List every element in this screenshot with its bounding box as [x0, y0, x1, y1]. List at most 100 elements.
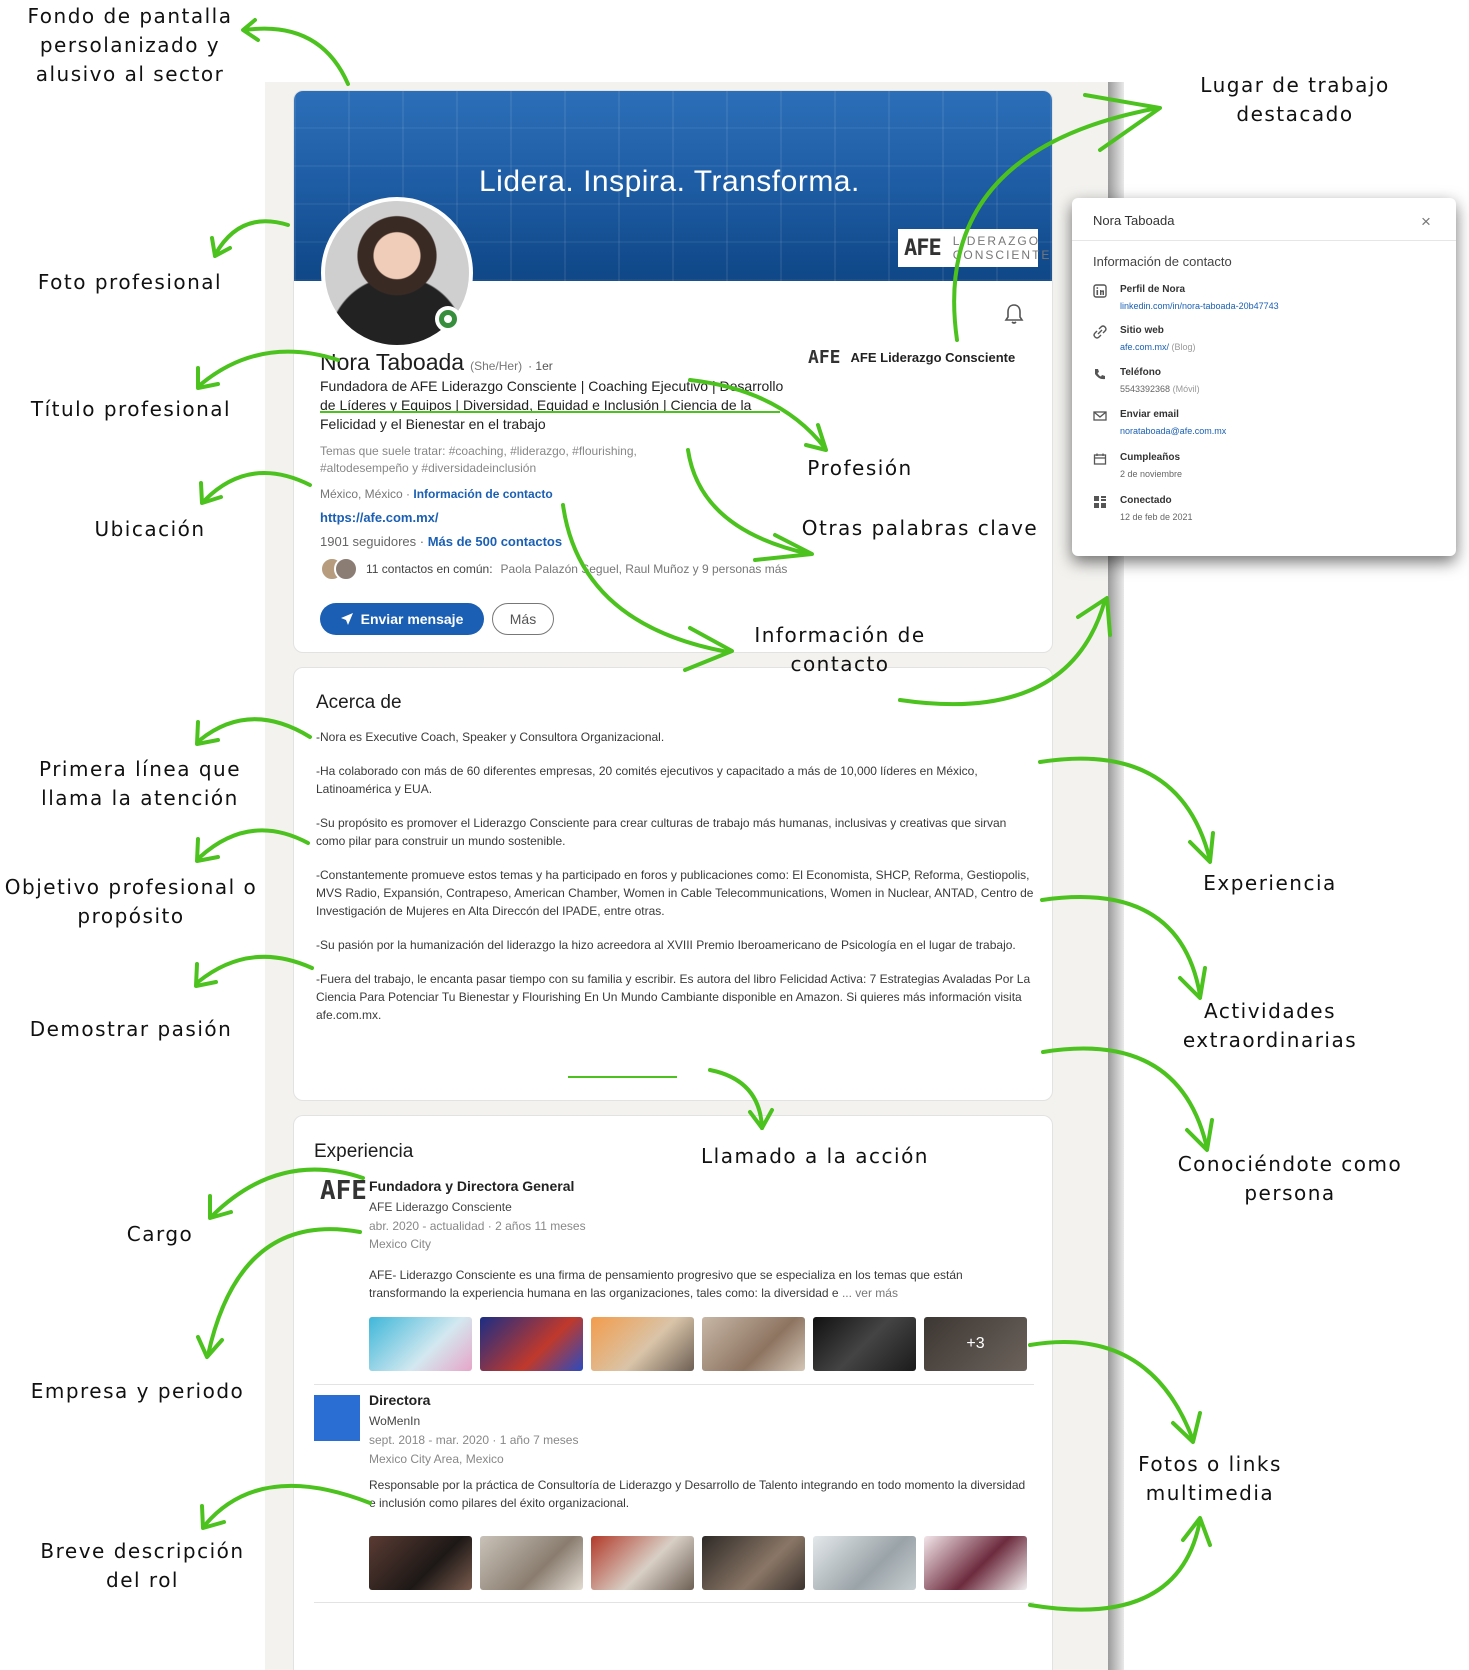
mutual-avatars — [320, 557, 358, 581]
bell-icon[interactable] — [1004, 303, 1024, 325]
contact-info-link[interactable]: Información de contacto — [413, 487, 552, 501]
send-message-button[interactable]: Enviar mensaje — [320, 603, 484, 635]
experience-dates: abr. 2020 - actualidad · 2 años 11 meses — [369, 1219, 586, 1233]
note-profesion: Profesión — [807, 456, 913, 480]
media-thumbnail[interactable] — [702, 1536, 805, 1590]
more-button[interactable]: Más — [492, 603, 554, 635]
experience-location: Mexico City Area, Mexico — [369, 1452, 504, 1466]
contact-label: Conectado — [1120, 495, 1172, 506]
profile-name: Nora Taboada — [320, 349, 465, 375]
connections-link[interactable]: Más de 500 contactos — [428, 534, 562, 549]
media-thumbnail[interactable] — [480, 1536, 583, 1590]
name-line: Nora Taboada (She/Her) · 1er — [320, 349, 553, 376]
about-paragraph-text: -Fuera del trabajo, le encanta pasar tie… — [316, 972, 1031, 1004]
see-more-link[interactable]: ... ver más — [842, 1286, 898, 1300]
about-paragraph: -Su propósito es promover el Liderazgo C… — [316, 816, 1007, 848]
contact-label: Cumpleaños — [1120, 452, 1181, 463]
note-empresa: Empresa y periodo — [30, 1379, 245, 1403]
experience-description: Responsable por la práctica de Consultor… — [369, 1478, 1026, 1510]
media-thumbnail[interactable] — [591, 1536, 694, 1590]
afe-company-logo[interactable]: AFE — [320, 1176, 367, 1222]
media-overflow-thumbnail[interactable]: +3 — [924, 1317, 1027, 1371]
dialog-divider — [1072, 240, 1456, 241]
website-link[interactable]: https://afe.com.mx/ — [320, 510, 438, 525]
phone-icon — [1095, 369, 1105, 380]
media-thumbnail[interactable] — [591, 1317, 694, 1371]
media-thumbnail[interactable] — [702, 1317, 805, 1371]
media-thumbnail[interactable] — [369, 1317, 472, 1371]
followers-count: 1901 seguidores · — [320, 534, 425, 549]
media-thumbnail[interactable] — [813, 1536, 916, 1590]
send-icon — [340, 613, 353, 625]
dialog-heading: Información de contacto — [1093, 254, 1232, 269]
note-foto: Foto profesional — [37, 270, 223, 294]
company-name: AFE Liderazgo Consciente — [850, 350, 1016, 365]
about-paragraph: -Constantemente promueve estos temas y h… — [316, 868, 1034, 918]
note-ubicacion: Ubicación — [94, 517, 206, 541]
experience-location: Mexico City — [369, 1237, 432, 1251]
about-paragraph: -Nora es Executive Coach, Speaker y Cons… — [316, 730, 665, 744]
experience-role: Directora — [369, 1392, 431, 1408]
location-line: México, México · Información de contacto — [320, 487, 553, 501]
send-message-label: Enviar mensaje — [360, 611, 464, 627]
note-primera-linea: Primera línea que llama la atención — [39, 757, 241, 810]
contact-value-link[interactable]: norataboada@afe.com.mx — [1120, 426, 1226, 436]
company-logo: AFE — [808, 347, 841, 368]
media-thumbnail[interactable] — [924, 1536, 1027, 1590]
calendar-icon — [1093, 453, 1107, 465]
contact-value: 5543392368 (Móvil) — [1120, 384, 1200, 394]
contact-value: afe.com.mx/ (Blog) — [1120, 342, 1196, 352]
followers-line: 1901 seguidores · Más de 500 contactos — [320, 534, 562, 549]
experience-role: Fundadora y Directora General — [369, 1178, 575, 1194]
people-icon — [1094, 496, 1106, 508]
note-palabras: Otras palabras clave — [801, 516, 1039, 540]
note-llamado: Llamado a la acción — [701, 1144, 929, 1168]
contact-value: 2 de noviembre — [1120, 469, 1183, 479]
media-thumbnail[interactable] — [813, 1317, 916, 1371]
experience-media-row: +3 — [369, 1317, 1027, 1371]
contact-label: Enviar email — [1120, 409, 1179, 420]
contact-label: Perfil de Nora — [1120, 284, 1186, 295]
about-paragraph-last: -Fuera del trabajo, le encanta pasar tie… — [316, 970, 1036, 1024]
contact-value-text: 5543392368 — [1120, 384, 1171, 394]
mutual-connections[interactable]: 11 contactos en común: Paola Palazón Seg… — [320, 557, 787, 581]
link-icon — [1093, 325, 1107, 339]
contact-info-dialog: Nora Taboada × Información de contacto P… — [1072, 198, 1456, 556]
media-thumbnail[interactable] — [369, 1536, 472, 1590]
media-thumbnail[interactable] — [480, 1317, 583, 1371]
contact-value-link[interactable]: afe.com.mx/ — [1120, 342, 1169, 352]
profile-pronoun: (She/Her) — [470, 359, 523, 373]
note-conociendote: Conociéndote como persona — [1177, 1152, 1403, 1205]
note-pasion: Demostrar pasión — [29, 1017, 233, 1041]
about-text: -Nora es Executive Coach, Speaker y Cons… — [316, 728, 1036, 1040]
contact-label: Sitio web — [1120, 325, 1164, 336]
note-cargo: Cargo — [126, 1222, 194, 1246]
mutual-count: 11 contactos en común: — [366, 562, 493, 576]
profile-headline: Fundadora de AFE Liderazgo Consciente | … — [320, 378, 784, 432]
banner-logo-text: LIDERAZGO CONSCIENTE — [953, 234, 1052, 262]
note-experiencia: Experiencia — [1203, 871, 1337, 895]
profile-location: México, México · — [320, 487, 411, 501]
experience-media-row — [369, 1536, 1027, 1590]
profile-topics: Temas que suele tratar: #coaching, #lide… — [320, 444, 637, 475]
about-paragraph: -Su pasión por la humanización del lider… — [316, 938, 1016, 952]
current-company-chip[interactable]: AFE AFE Liderazgo Consciente — [808, 347, 1015, 368]
contact-value-link[interactable]: linkedin.com/in/nora-taboada-20b47743 — [1120, 301, 1279, 311]
experience-dates: sept. 2018 - mar. 2020 · 1 año 7 meses — [369, 1433, 579, 1447]
banner-logo-line1: LIDERAZGO — [952, 234, 1041, 248]
contact-value-suffix: (Blog) — [1171, 342, 1196, 352]
experience-description: AFE- Liderazgo Consciente es una firma d… — [369, 1266, 1029, 1302]
mutual-names: Paola Palazón Seguel, Raul Muñoz y 9 per… — [500, 562, 788, 576]
close-icon[interactable]: × — [1421, 212, 1431, 232]
contact-label: Teléfono — [1120, 367, 1161, 378]
connection-degree: · 1er — [528, 359, 553, 373]
profile-intro-card: Lidera. Inspira. Transforma. AFE LIDERAZ… — [293, 90, 1053, 653]
note-lugar: Lugar de trabajo destacado — [1200, 73, 1390, 126]
experience-company: AFE Liderazgo Consciente — [369, 1200, 512, 1214]
womenin-company-logo[interactable] — [314, 1395, 360, 1441]
about-card: Acerca de -Nora es Executive Coach, Spea… — [293, 667, 1053, 1101]
media-overflow-count: +3 — [966, 1335, 985, 1352]
about-title: Acerca de — [316, 692, 402, 713]
note-fotos: Fotos o links multimedia — [1138, 1452, 1282, 1505]
note-contacto: Información de contacto — [754, 623, 926, 676]
